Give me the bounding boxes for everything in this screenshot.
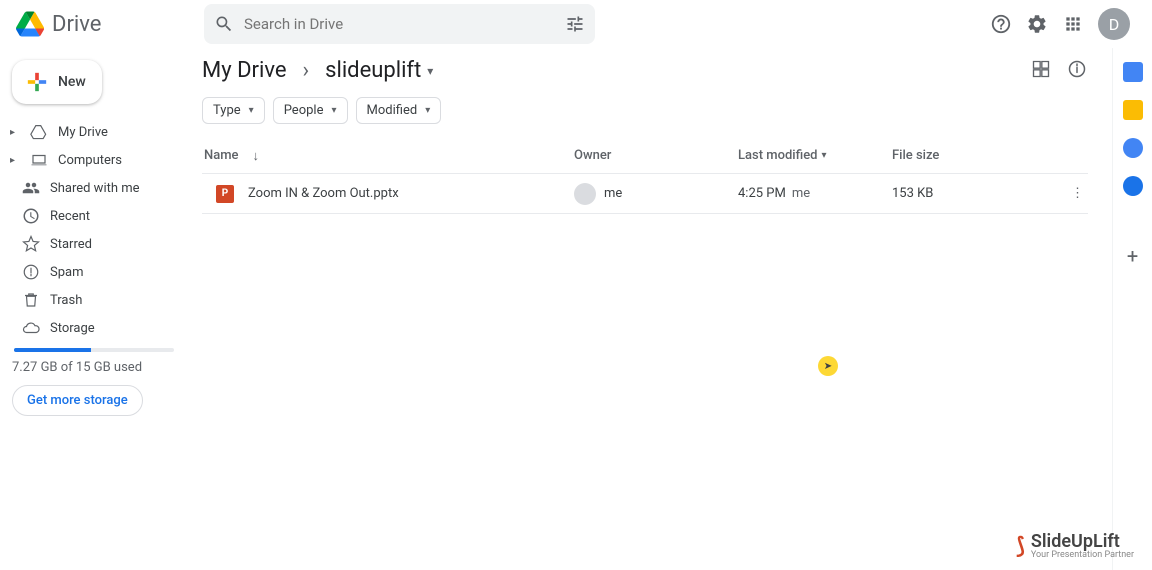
chevron-down-icon: ▾ — [331, 105, 336, 116]
drive-logo-icon — [16, 10, 44, 38]
table-header: Name ↓ Owner Last modified ▾ File size — [202, 138, 1088, 174]
brand-logo-icon: ⟆ — [1016, 534, 1025, 559]
brand-tag: Your Presentation Partner — [1031, 551, 1134, 560]
grid-view-icon[interactable] — [1030, 58, 1052, 80]
filter-modified[interactable]: Modified▾ — [356, 97, 442, 124]
modified-by: me — [792, 186, 810, 201]
computers-icon — [30, 151, 48, 169]
search-icon — [214, 14, 234, 34]
breadcrumb-root[interactable]: My Drive — [202, 58, 287, 83]
chevron-down-icon: ▾ — [249, 105, 254, 116]
file-size: 153 KB — [892, 186, 1052, 201]
sidebar-item-recent[interactable]: Recent — [8, 202, 180, 230]
brand-name: SlideUpLift — [1031, 533, 1134, 551]
sidebar: New ▸My Drive ▸Computers Shared with me … — [0, 48, 188, 570]
sidebar-item-label: Trash — [50, 293, 82, 308]
search-bar[interactable] — [204, 4, 595, 44]
breadcrumb-current[interactable]: slideuplift▾ — [325, 58, 433, 83]
sidebar-item-label: Starred — [50, 237, 92, 252]
file-name: Zoom IN & Zoom Out.pptx — [248, 186, 399, 201]
shared-icon — [22, 179, 40, 197]
caret-icon: ▸ — [10, 155, 20, 166]
sidebar-item-trash[interactable]: Trash — [8, 286, 180, 314]
sidebar-item-shared[interactable]: Shared with me — [8, 174, 180, 202]
sidebar-item-storage[interactable]: Storage — [8, 314, 180, 342]
chevron-down-icon: ▾ — [425, 105, 430, 116]
tune-icon[interactable] — [565, 14, 585, 34]
contacts-icon[interactable] — [1123, 176, 1143, 196]
sort-arrow-icon[interactable]: ↓ — [253, 148, 260, 164]
settings-icon[interactable] — [1026, 13, 1048, 35]
sidebar-item-label: Spam — [50, 265, 84, 280]
trash-icon — [22, 291, 40, 309]
breadcrumb: My Drive › slideuplift▾ — [202, 58, 1088, 83]
chevron-right-icon: › — [303, 58, 310, 83]
cursor-highlight: ➤ — [818, 356, 838, 376]
new-button-label: New — [58, 74, 86, 90]
plus-icon — [26, 71, 48, 93]
search-input[interactable] — [244, 15, 555, 33]
caret-icon: ▸ — [10, 127, 20, 138]
sidebar-item-starred[interactable]: Starred — [8, 230, 180, 258]
chevron-down-icon: ▾ — [822, 150, 827, 161]
apps-icon[interactable] — [1062, 13, 1084, 35]
recent-icon — [22, 207, 40, 225]
sidebar-item-label: My Drive — [58, 125, 108, 140]
table-row[interactable]: P Zoom IN & Zoom Out.pptx me 4:25 PM me … — [202, 174, 1088, 214]
filter-chips: Type▾ People▾ Modified▾ — [202, 97, 1088, 124]
star-icon — [22, 235, 40, 253]
new-button[interactable]: New — [12, 60, 102, 104]
col-owner[interactable]: Owner — [574, 148, 738, 163]
sidebar-item-label: Recent — [50, 209, 90, 224]
col-name[interactable]: Name — [204, 148, 239, 163]
sidebar-item-my-drive[interactable]: ▸ My Drive — [8, 118, 180, 146]
side-panel: + — [1112, 48, 1152, 570]
drive-icon — [30, 123, 48, 141]
calendar-icon[interactable] — [1123, 62, 1143, 82]
storage-bar — [14, 348, 174, 352]
add-panel-icon[interactable]: + — [1127, 244, 1138, 268]
powerpoint-icon: P — [216, 185, 234, 203]
sidebar-item-label: Computers — [58, 153, 122, 168]
header: Drive D — [0, 0, 1152, 48]
help-icon[interactable] — [990, 13, 1012, 35]
header-icons: D — [990, 8, 1130, 40]
keep-icon[interactable] — [1123, 100, 1143, 120]
filter-type[interactable]: Type▾ — [202, 97, 265, 124]
main-area: My Drive › slideuplift▾ Type▾ People▾ Mo… — [188, 48, 1112, 570]
more-actions-icon[interactable]: ⋮ — [1071, 186, 1084, 201]
app-name: Drive — [52, 12, 101, 37]
app-logo-wrap[interactable]: Drive — [16, 10, 186, 38]
storage-text: 7.27 GB of 15 GB used — [12, 360, 180, 375]
brand-watermark: ⟆ SlideUpLift Your Presentation Partner — [1016, 533, 1134, 560]
spam-icon — [22, 263, 40, 281]
sidebar-item-label: Shared with me — [50, 181, 140, 196]
sidebar-item-spam[interactable]: Spam — [8, 258, 180, 286]
sidebar-item-computers[interactable]: ▸ Computers — [8, 146, 180, 174]
chevron-down-icon: ▾ — [427, 64, 433, 78]
col-modified[interactable]: Last modified — [738, 148, 818, 163]
filter-people[interactable]: People▾ — [273, 97, 348, 124]
sidebar-item-label: Storage — [50, 321, 95, 336]
owner-label: me — [604, 186, 622, 201]
account-avatar[interactable]: D — [1098, 8, 1130, 40]
get-more-storage-button[interactable]: Get more storage — [12, 385, 143, 416]
owner-avatar-icon — [574, 183, 596, 205]
info-icon[interactable] — [1066, 58, 1088, 80]
tasks-icon[interactable] — [1123, 138, 1143, 158]
modified-time: 4:25 PM — [738, 186, 786, 201]
col-size[interactable]: File size — [892, 148, 1052, 163]
cloud-icon — [22, 319, 40, 337]
